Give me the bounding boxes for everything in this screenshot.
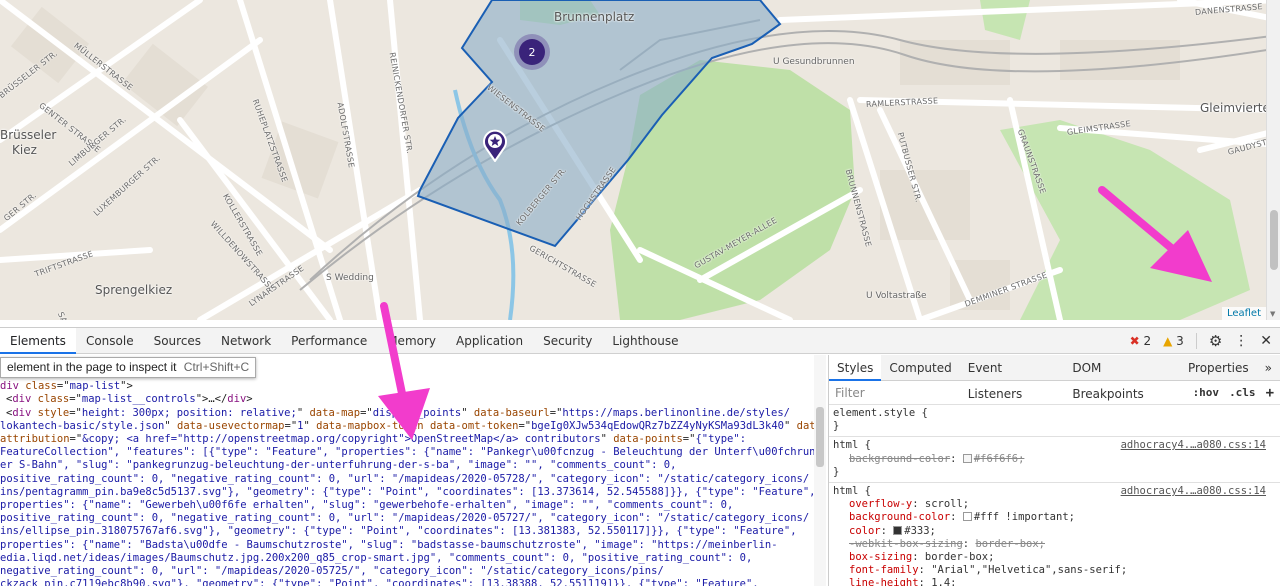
dom-line[interactable]: positive_rating_count": 0, "negative_rat… [0,473,826,486]
style-rules: element.style {} html {adhocracy4.…a080.c… [829,405,1280,586]
dom-line[interactable]: negative_rating_count": 0, "url": "/mapi… [0,565,826,578]
warning-count-value: 3 [1176,333,1184,348]
tab-memory[interactable]: Memory [377,328,446,354]
styles-tab-properties[interactable]: Properties [1180,355,1257,381]
color-swatch[interactable] [962,512,972,522]
dom-line[interactable]: <div class="map-list__controls">…</div> [0,393,826,406]
css-property[interactable]: color: #333; [833,525,1276,538]
style-rule[interactable]: html {adhocracy4.…a080.css:14 overflow-y:… [829,483,1280,586]
district-label: Sprengelkiez [95,283,173,297]
dom-line[interactable]: properties": {"name": "Gewerbeh\u00f6fe … [0,499,826,512]
inspect-tooltip: element in the page to inspect it Ctrl+S… [0,357,257,379]
dom-line[interactable]: attribution="&copy; <a href="http://open… [0,433,826,446]
page-scrollbar[interactable]: ▼ [1266,0,1280,320]
cls-toggle[interactable]: .cls [1229,386,1256,399]
divider [1195,332,1197,349]
district-label: Gleimvierte [1200,101,1270,115]
district-label: Brunnenplatz [554,10,635,24]
tab-sources[interactable]: Sources [144,328,211,354]
styles-tab-event-listeners[interactable]: Event Listeners [960,355,1065,401]
hov-toggle[interactable]: :hov [1193,386,1220,399]
more-options-icon[interactable]: ⋮ [1234,333,1248,349]
tab-lighthouse[interactable]: Lighthouse [602,328,688,354]
rule-source-link[interactable]: adhocracy4.…a080.css:14 [1121,485,1266,498]
styles-filter-input[interactable]: Filter [835,386,1183,400]
dom-line[interactable]: er S-Bahn", "slug": "pankegrunzug-beleuc… [0,459,826,472]
styles-tab-dom-breakpoints[interactable]: DOM Breakpoints [1064,355,1180,401]
dom-line[interactable]: edia.liqd.net/ideas/images/Baumschutz.jp… [0,552,826,565]
district-label: Brüsseler [0,128,57,142]
tab-security[interactable]: Security [533,328,602,354]
warning-count[interactable]: ▲ 3 [1163,334,1184,348]
dom-line[interactable]: div class="map-list"> [0,380,826,393]
dom-line[interactable]: ins/ellipse_pin.318075767af6.svg"}, "geo… [0,525,826,538]
style-rule[interactable]: html {adhocracy4.…a080.css:14 background-… [829,437,1280,484]
styles-tab-computed[interactable]: Computed [881,355,959,381]
style-rule[interactable]: element.style {} [829,405,1280,438]
marker-cluster[interactable]: 2 [514,34,550,70]
tab-application[interactable]: Application [446,328,533,354]
styles-tab-styles[interactable]: Styles [829,355,882,381]
devtools-tabbar: Elements Console Sources Network Performance… [0,327,1280,354]
error-count[interactable]: ✖ 2 [1130,334,1152,348]
tab-elements[interactable]: Elements [0,327,76,354]
inspect-tooltip-text: element in the page to inspect it [7,360,177,374]
more-tabs-icon[interactable]: » [1257,355,1280,381]
scrollbar-thumb[interactable] [1270,210,1278,270]
styles-tab-list: Styles Computed Event Listeners DOM Breakpo… [829,355,1257,401]
elements-scrollbar[interactable] [814,355,826,586]
dom-line[interactable]: properties": {"name": "Badsta\u00dfe - B… [0,539,826,552]
color-swatch[interactable] [962,453,972,463]
scroll-down-icon[interactable]: ▼ [1270,310,1275,318]
error-count-value: 2 [1143,333,1152,348]
station-label: S Wedding [326,273,374,283]
map-view[interactable]: MÜLLERSTRASSE BRÜSSELER STR. GENTER STRASS… [0,0,1280,320]
styles-filter-row: Filter :hov .cls + [829,381,1280,405]
elements-tree[interactable]: element in the page to inspect it Ctrl+S… [0,355,826,586]
district-label: Kiez [12,143,37,157]
styles-sidebar: Styles Computed Event Listeners DOM Breakpo… [828,355,1280,586]
dom-line[interactable]: <div style="height: 300px; position: rel… [0,407,826,420]
color-swatch[interactable] [893,525,903,535]
map-tiles [0,0,1280,320]
styles-tabbar: Styles Computed Event Listeners DOM Breakpo… [829,355,1280,401]
devtools-tab-list: Elements Console Sources Network Performance… [0,327,689,354]
tab-performance[interactable]: Performance [281,328,377,354]
css-property[interactable]: line-height: 1.4; [833,577,1276,586]
css-property[interactable]: -webkit-box-sizing: border-box; [833,538,1276,551]
map-pin-star-icon[interactable] [482,128,508,163]
dom-line[interactable]: positive_rating_count": 0, "negative_rat… [0,512,826,525]
add-rule-icon[interactable]: + [1266,385,1274,401]
tab-console[interactable]: Console [76,328,144,354]
tab-network[interactable]: Network [211,328,281,354]
cluster-count: 2 [519,39,545,65]
dom-line[interactable]: lokantech-basic/style.json" data-usevect… [0,420,826,433]
css-property[interactable]: font-family: "Arial","Helvetica",sans-se… [833,564,1276,577]
dom-code-lines: /div>div class="map-list"><div class="ma… [0,355,826,586]
css-property[interactable]: overflow-y: scroll; [833,498,1276,511]
warning-icon: ▲ [1163,333,1173,348]
station-label: U Gesundbrunnen [773,57,855,67]
css-property[interactable]: background-color: #fff !important; [833,511,1276,524]
elements-scrollbar-thumb[interactable] [816,407,824,467]
close-devtools-icon[interactable]: ✕ [1260,333,1272,349]
rule-source-link[interactable]: adhocracy4.…a080.css:14 [1121,439,1266,452]
leaflet-attribution-link[interactable]: Leaflet [1221,307,1266,320]
settings-gear-icon[interactable]: ⚙ [1209,332,1222,350]
rule-selector: element.style { [833,407,928,419]
dom-line[interactable]: ins/pentagramm_pin.ba9e8c5d5137.svg"}, "… [0,486,826,499]
devtools-panel: Elements Console Sources Network Performance… [0,327,1280,586]
inspect-shortcut: Ctrl+Shift+C [183,360,250,374]
css-property[interactable]: background-color: #f6f6f6; [833,453,1276,466]
error-icon: ✖ [1129,333,1140,348]
dom-line[interactable]: ckzack_pin.c7119ebc8b90.svg"}, "geometry… [0,578,826,586]
css-property[interactable]: box-sizing: border-box; [833,551,1276,564]
station-label: U Voltastraße [866,291,927,301]
dom-line[interactable]: FeatureCollection", "features": [{"type"… [0,446,826,459]
